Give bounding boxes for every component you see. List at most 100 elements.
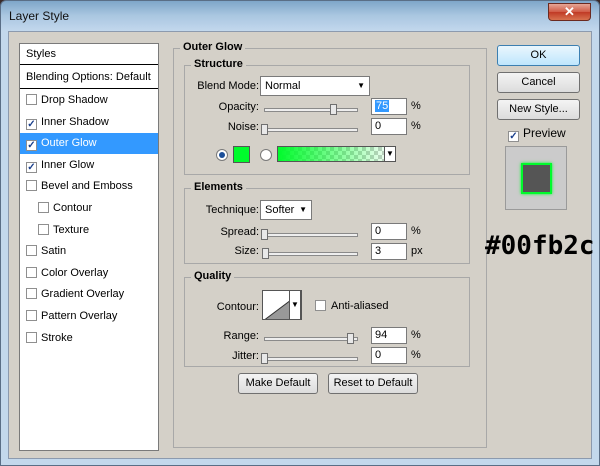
style-item-gradient-overlay[interactable]: Gradient Overlay	[20, 284, 158, 305]
style-item-satin[interactable]: Satin	[20, 241, 158, 262]
preview-toggle[interactable]: ✓ Preview	[508, 126, 566, 142]
style-item-label: Contour	[53, 202, 93, 214]
opacity-value: 75	[375, 100, 390, 112]
cancel-button[interactable]: Cancel	[497, 72, 580, 93]
size-unit: px	[411, 245, 423, 257]
size-label: Size:	[234, 245, 259, 257]
spread-slider-thumb[interactable]	[261, 229, 268, 240]
glow-gradient-picker[interactable]	[277, 146, 395, 162]
jitter-unit: %	[411, 349, 421, 361]
style-item-checkbox[interactable]	[26, 94, 37, 105]
range-unit: %	[411, 329, 421, 341]
style-item-checkbox[interactable]	[26, 245, 37, 257]
style-item-outer-glow[interactable]: ✓ Outer Glow	[20, 133, 158, 155]
styles-header[interactable]: Styles	[20, 44, 158, 65]
new-style-label: New Style...	[509, 103, 568, 115]
style-item-pattern-overlay[interactable]: Pattern Overlay	[20, 306, 158, 327]
blending-options[interactable]: Blending Options: Default	[20, 66, 158, 89]
preview-label: Preview	[523, 126, 566, 140]
close-button[interactable]: ✕	[548, 3, 591, 21]
size-slider[interactable]	[262, 248, 358, 259]
glow-color-swatch[interactable]	[233, 146, 250, 163]
structure-title: Structure	[191, 58, 246, 70]
structure-group: Structure Blend Mode: Normal ▼ Opacity: …	[184, 58, 470, 175]
style-item-bevel-and-emboss[interactable]: Bevel and Emboss	[20, 176, 158, 197]
size-input[interactable]: 3	[371, 243, 407, 260]
jitter-value: 0	[375, 349, 382, 361]
opacity-slider[interactable]	[264, 104, 358, 115]
title-bar[interactable]: Layer Style ✕	[1, 1, 599, 31]
noise-slider-thumb[interactable]	[261, 124, 268, 135]
technique-value: Softer	[265, 204, 295, 216]
preview-checkbox[interactable]: ✓	[508, 131, 519, 142]
style-item-contour[interactable]: Contour	[20, 198, 158, 219]
ok-label: OK	[530, 49, 547, 61]
style-item-color-overlay[interactable]: Color Overlay	[20, 263, 158, 284]
style-item-checkbox[interactable]	[26, 331, 37, 343]
style-item-label: Inner Shadow	[41, 115, 109, 128]
chevron-down-icon: ▼	[357, 81, 365, 90]
noise-label: Noise:	[227, 121, 259, 133]
solid-color-radio[interactable]	[216, 149, 228, 161]
new-style-button[interactable]: New Style...	[497, 99, 580, 120]
elements-title: Elements	[191, 181, 246, 193]
range-input[interactable]: 94	[371, 327, 407, 344]
style-item-checkbox[interactable]	[38, 223, 49, 235]
jitter-input[interactable]: 0	[371, 347, 407, 364]
style-item-checkbox[interactable]: ✓	[26, 140, 37, 152]
technique-select[interactable]: Softer ▼	[260, 200, 312, 220]
ok-button[interactable]: OK	[497, 45, 580, 66]
style-item-stroke[interactable]: Stroke	[20, 328, 158, 349]
reset-to-default-button[interactable]: Reset to Default	[328, 373, 418, 394]
style-item-checkbox[interactable]	[26, 310, 37, 321]
noise-input[interactable]: 0	[371, 118, 407, 135]
spread-value: 0	[375, 225, 382, 237]
size-value: 3	[375, 245, 382, 257]
style-item-checkbox[interactable]	[26, 266, 37, 278]
gradient-dropdown[interactable]: ▼	[384, 146, 396, 162]
style-item-texture[interactable]: Texture	[20, 220, 158, 241]
spread-input[interactable]: 0	[371, 223, 407, 240]
contour-label: Contour:	[216, 301, 259, 313]
style-item-inner-shadow[interactable]: ✓ Inner Shadow	[20, 112, 158, 133]
style-item-checkbox[interactable]	[26, 180, 37, 192]
style-item-checkbox[interactable]: ✓	[26, 161, 37, 173]
style-item-checkbox[interactable]	[38, 202, 49, 213]
outer-glow-group: Outer Glow Structure Blend Mode: Normal …	[173, 41, 487, 448]
range-slider[interactable]	[264, 333, 358, 344]
make-default-button[interactable]: Make Default	[238, 373, 318, 394]
anti-aliased-checkbox[interactable]	[315, 300, 326, 311]
spread-label: Spread:	[220, 226, 259, 238]
quality-group: Quality Contour: ▼ Anti-aliased Range: 9…	[184, 270, 470, 367]
noise-value: 0	[375, 120, 382, 132]
opacity-slider-thumb[interactable]	[330, 104, 337, 115]
style-item-checkbox[interactable]: ✓	[26, 118, 37, 130]
style-item-inner-glow[interactable]: ✓ Inner Glow	[20, 155, 158, 176]
style-item-label: Drop Shadow	[41, 94, 108, 106]
chevron-down-icon: ▼	[386, 149, 394, 158]
range-label: Range:	[223, 330, 259, 342]
technique-label: Technique:	[205, 204, 259, 216]
range-slider-thumb[interactable]	[347, 333, 355, 344]
spread-slider[interactable]	[261, 229, 358, 240]
blend-mode-select[interactable]: Normal ▼	[260, 76, 370, 96]
style-item-drop-shadow[interactable]: Drop Shadow	[20, 90, 158, 111]
style-item-checkbox[interactable]	[26, 288, 37, 300]
hex-color-annotation: #00fb2c	[485, 231, 595, 261]
style-preview	[505, 146, 567, 210]
style-item-label: Inner Glow	[41, 158, 95, 171]
style-item-label: Texture	[53, 223, 90, 236]
gradient-radio[interactable]	[260, 149, 272, 161]
opacity-input[interactable]: 75	[371, 98, 407, 115]
chevron-down-icon: ▼	[291, 300, 299, 309]
blend-mode-label: Blend Mode:	[197, 80, 259, 92]
window-title: Layer Style	[9, 9, 70, 23]
jitter-slider-thumb[interactable]	[261, 353, 268, 364]
style-item-label: Bevel and Emboss	[41, 180, 133, 193]
contour-dropdown[interactable]: ▼	[289, 290, 301, 320]
outer-glow-title: Outer Glow	[180, 41, 246, 53]
jitter-slider[interactable]	[261, 353, 358, 364]
noise-slider[interactable]	[261, 124, 358, 135]
size-slider-thumb[interactable]	[262, 248, 270, 259]
elements-group: Elements Technique: Softer ▼ Spread: 0 %…	[184, 181, 470, 264]
